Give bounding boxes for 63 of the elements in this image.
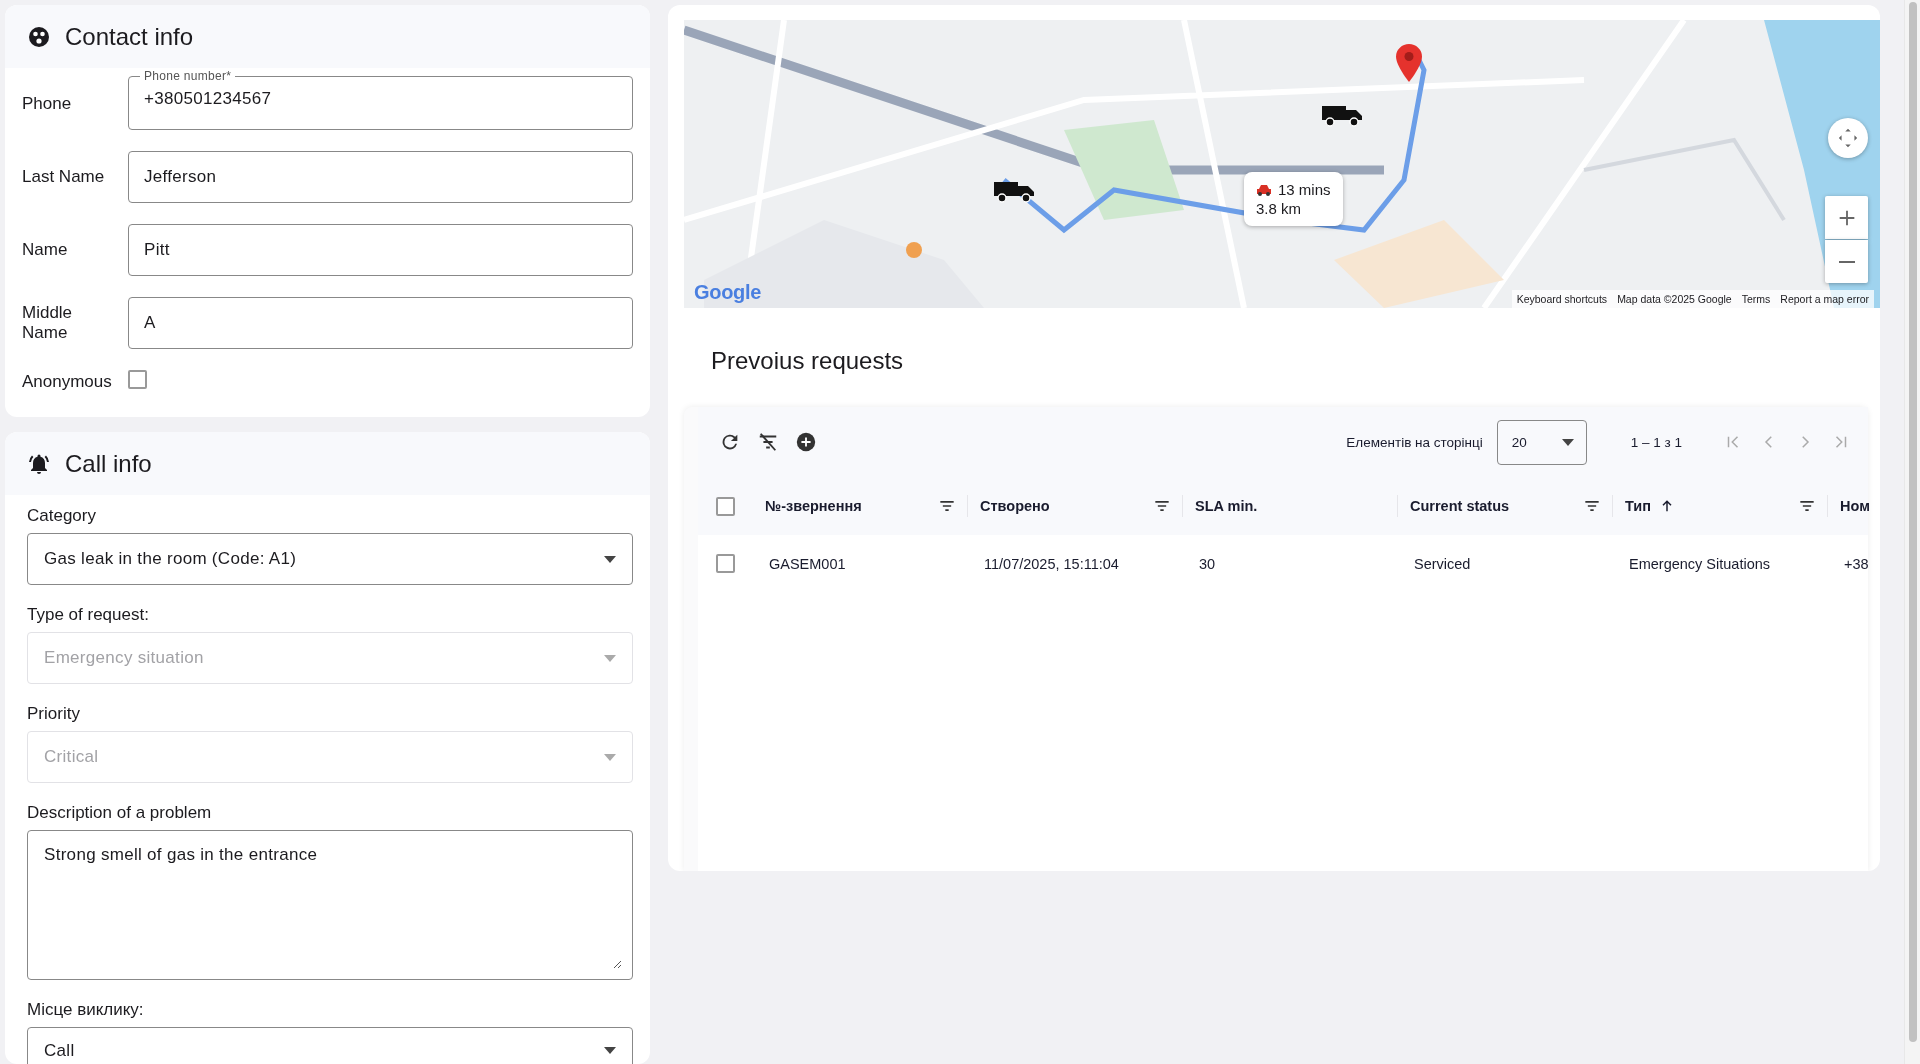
- checkbox[interactable]: [128, 370, 147, 389]
- fullscreen-icon: [1837, 127, 1859, 149]
- caret-icon: [604, 1047, 616, 1054]
- map-attribution-link[interactable]: Report a map error: [1775, 290, 1874, 308]
- field-label: Last Name: [22, 167, 106, 187]
- field-label: Description of a problem: [27, 802, 213, 824]
- table-cell-text: +38: [1843, 555, 1870, 572]
- caret-icon: [604, 654, 616, 662]
- field-label: Anonymous: [22, 371, 113, 392]
- table-cell-text: 30: [1198, 555, 1217, 572]
- map-attribution-link[interactable]: Terms: [1736, 290, 1776, 308]
- map-logo: Google: [694, 281, 762, 304]
- table-cell-text: 11/07/2025, 15:11:04: [983, 555, 1120, 572]
- field-label: Middle Name: [22, 303, 74, 343]
- dropdown[interactable]: Gas leak in the room (Code: A1): [27, 533, 633, 585]
- dropdown: Emergency situation: [27, 632, 633, 684]
- resize-grip-icon[interactable]: [613, 960, 622, 969]
- column-header[interactable]: Тип: [1625, 498, 1651, 514]
- map-pin-icon: [1396, 44, 1422, 82]
- floating-label: Phone number*: [143, 69, 233, 83]
- scrollbar[interactable]: [1904, 0, 1920, 1064]
- map-attribution-link[interactable]: Map data ©2025 Google: [1612, 290, 1737, 308]
- page-size-label: Елементів на сторінці: [1346, 434, 1483, 450]
- caret-icon: [1561, 438, 1574, 446]
- checkbox[interactable]: [716, 496, 735, 516]
- plus-circle-icon: [795, 431, 817, 453]
- table-cell-text: GASEM001: [768, 555, 847, 572]
- map-attribution-link[interactable]: Keyboard shortcuts: [1511, 290, 1613, 308]
- field-label: Type of request:: [27, 604, 150, 626]
- minus-icon: [1837, 260, 1856, 263]
- text-area[interactable]: Strong smell of gas in the entrance: [27, 830, 633, 980]
- page-size-select[interactable]: 20: [1496, 419, 1587, 465]
- section-title: Prevoius requests: [711, 347, 905, 376]
- zoom-in-button[interactable]: [1825, 196, 1868, 239]
- input-field[interactable]: Jefferson: [128, 151, 633, 203]
- column-header[interactable]: SLA min.: [1195, 498, 1258, 514]
- route-distance: 3.8 km: [1256, 199, 1302, 218]
- field-label: Priority: [27, 703, 81, 725]
- section-title: Contact info: [65, 22, 194, 51]
- car-icon: [1256, 183, 1272, 196]
- caret-icon: [604, 753, 616, 761]
- dropdown[interactable]: Call: [27, 1027, 633, 1064]
- section-title: Call info: [65, 449, 152, 478]
- field-label: Name: [22, 240, 69, 260]
- dropdown: Critical: [27, 731, 633, 783]
- filter-off-icon: [757, 431, 779, 453]
- column-header[interactable]: Створено: [980, 498, 1050, 514]
- page-range: 1 – 1 з 1: [1630, 434, 1682, 450]
- input-field[interactable]: A: [128, 297, 633, 349]
- route-duration: 13 mins: [1278, 180, 1331, 199]
- face-icon: [27, 24, 51, 49]
- column-header[interactable]: Current status: [1410, 498, 1510, 514]
- field-label: Місце виклику:: [27, 999, 145, 1021]
- column-header[interactable]: №-звернення: [765, 498, 862, 514]
- column-header[interactable]: Ном: [1840, 498, 1870, 514]
- table-cell-text: Serviced: [1413, 555, 1472, 572]
- checkbox[interactable]: [716, 554, 735, 573]
- field-label: Category: [27, 505, 97, 527]
- table-cell-text: Emergency Situations: [1628, 555, 1772, 572]
- input-field[interactable]: Pitt: [128, 224, 633, 276]
- input-field[interactable]: Phone number* +380501234567: [128, 69, 633, 130]
- caret-icon: [604, 555, 616, 563]
- field-label: Phone: [22, 94, 73, 114]
